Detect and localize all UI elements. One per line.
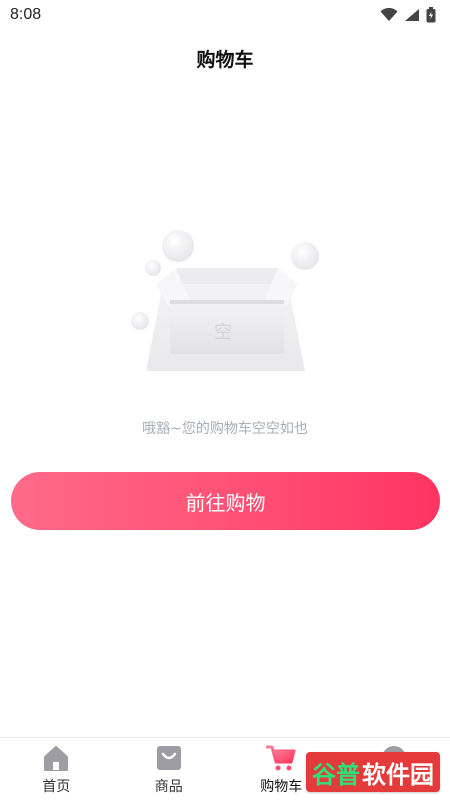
tab-home[interactable]: 首页 (0, 738, 113, 800)
bubble-decoration (291, 242, 319, 270)
empty-box-label: 空 (214, 322, 232, 343)
watermark-text-white: 软件园 (362, 760, 434, 789)
cellular-signal-icon (405, 9, 419, 21)
battery-icon (426, 7, 436, 23)
bubble-decoration (162, 230, 194, 262)
status-time: 8:08 (10, 6, 42, 23)
empty-cart-message: 哦豁~您的购物车空空如也 (142, 421, 308, 437)
tab-label: 首页 (42, 779, 71, 795)
wifi-icon (380, 8, 398, 21)
shopping-bag-icon (154, 744, 184, 772)
tab-label: 商品 (154, 779, 183, 795)
page-title: 购物车 (196, 48, 254, 71)
tab-label: 购物车 (260, 779, 303, 795)
watermark-text-green: 谷普 (312, 760, 360, 789)
bubble-decoration (131, 312, 149, 330)
tab-products[interactable]: 商品 (113, 738, 226, 800)
status-icons (380, 7, 436, 23)
watermark-logo: 谷普 软件园 (306, 752, 440, 792)
header: 购物车 (0, 40, 450, 76)
status-bar: 8:08 (0, 0, 450, 30)
go-shopping-button[interactable]: 前往购物 (11, 472, 440, 530)
bubble-decoration (145, 260, 161, 276)
empty-box-illustration (131, 230, 319, 371)
shopping-cart-icon (266, 744, 296, 772)
home-icon (41, 744, 71, 772)
